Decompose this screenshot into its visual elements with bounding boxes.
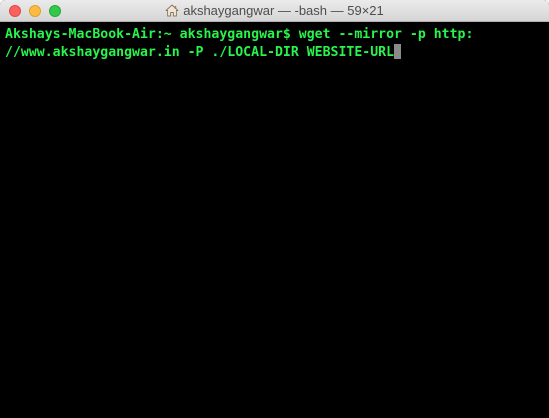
title-bar[interactable]: akshaygangwar — -bash — 59×21: [0, 0, 549, 22]
terminal-line: //www.akshaygangwar.in -P ./LOCAL-DIR WE…: [5, 45, 395, 60]
terminal-window: akshaygangwar — -bash — 59×21 Akshays-Ma…: [0, 0, 549, 418]
text-cursor: [394, 44, 402, 59]
window-title: akshaygangwar — -bash — 59×21: [0, 3, 549, 21]
terminal-content[interactable]: Akshays-MacBook-Air:~ akshaygangwar$ wge…: [0, 22, 549, 418]
terminal-line-with-cursor: //www.akshaygangwar.in -P ./LOCAL-DIR WE…: [5, 44, 549, 62]
window-title-text: akshaygangwar — -bash — 59×21: [183, 3, 384, 18]
home-icon: [165, 4, 179, 21]
terminal-line: Akshays-MacBook-Air:~ akshaygangwar$ wge…: [5, 27, 474, 42]
